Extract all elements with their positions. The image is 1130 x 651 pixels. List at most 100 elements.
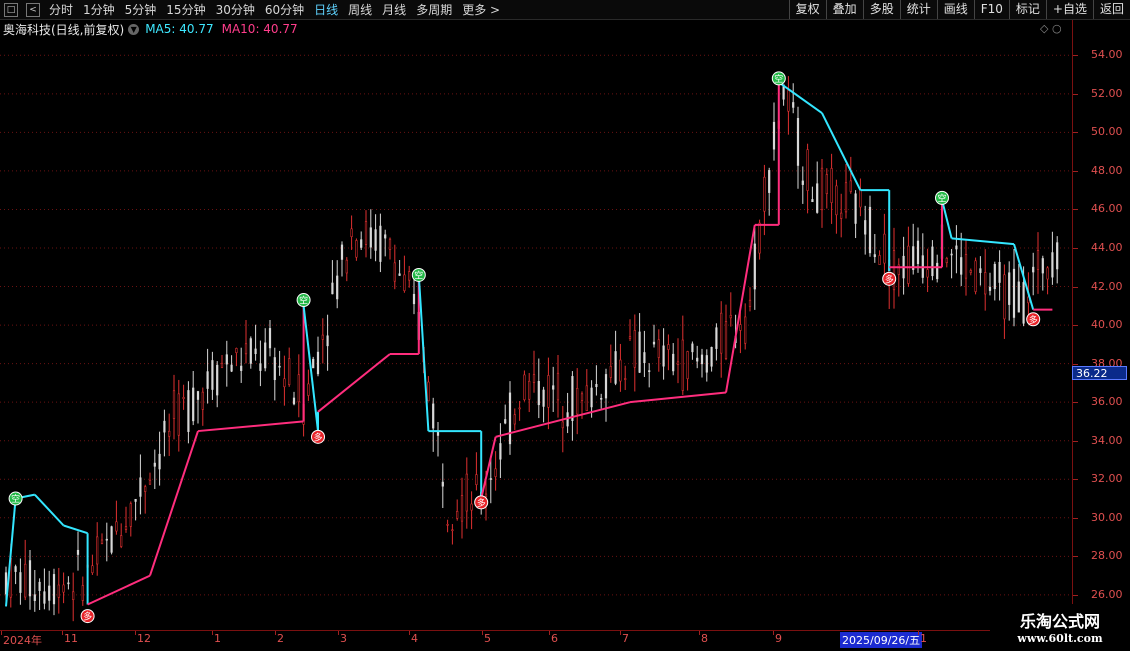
candle-body — [878, 255, 881, 265]
y-tick-label: 50.00 — [1091, 125, 1123, 139]
candle-body — [187, 390, 190, 432]
svg-text:多: 多 — [477, 497, 486, 509]
signal-line — [778, 81, 823, 114]
candle-body — [806, 149, 809, 191]
candle-body — [758, 222, 761, 254]
candle-body — [408, 271, 411, 281]
candle-body — [643, 352, 646, 364]
candle-body — [950, 253, 953, 256]
y-tick — [1073, 286, 1078, 288]
candle-body — [518, 407, 521, 410]
candle-body — [446, 524, 449, 526]
candle-body — [528, 380, 531, 400]
candlestick-chart[interactable]: 空多空多空多空多空多 — [0, 0, 1072, 630]
candle-body — [240, 365, 243, 371]
signal-line — [417, 274, 430, 432]
candle-body — [124, 526, 128, 530]
candle-body — [864, 220, 867, 235]
candle-body — [412, 293, 416, 305]
short-signal-marker: 空 — [296, 293, 311, 308]
candle-body — [91, 565, 94, 574]
candle-body — [854, 193, 857, 224]
candle-body — [1017, 281, 1020, 313]
candle-body — [129, 503, 132, 527]
candle-body — [192, 387, 195, 422]
candle-body — [955, 245, 958, 250]
x-tick-label: 9 — [775, 632, 782, 645]
candle-body — [547, 375, 550, 408]
candle-body — [811, 199, 814, 203]
candle-body — [672, 353, 675, 372]
x-tick-label: 11 — [64, 632, 78, 645]
y-tick-label: 26.00 — [1091, 587, 1123, 601]
candle-body — [432, 403, 435, 429]
candle-body — [931, 246, 934, 277]
signal-line — [197, 420, 304, 433]
candle-body — [705, 355, 708, 373]
x-tick — [212, 631, 213, 635]
y-tick — [1073, 247, 1078, 249]
candle-body — [206, 371, 209, 389]
x-tick-label: 1 — [214, 632, 221, 645]
candle-body — [993, 263, 996, 290]
y-tick — [1073, 479, 1078, 481]
candle-body — [624, 378, 627, 380]
candle-body — [772, 121, 776, 150]
candle-body — [619, 359, 622, 382]
candle-body — [1046, 267, 1049, 280]
x-tick-label: 2024年 — [3, 634, 42, 647]
candle-body — [28, 560, 32, 597]
candle-body — [513, 414, 516, 425]
candle-body — [936, 262, 939, 280]
date-axis: 2025/09/26/五 2024年 11 12 1 2 3 4 5 6 7 8 9 1 — [0, 630, 1072, 651]
y-tick-label: 40.00 — [1091, 318, 1123, 332]
signal-line — [480, 436, 497, 499]
candle-body — [52, 574, 56, 605]
candle-body — [268, 328, 272, 349]
y-tick-label: 34.00 — [1091, 433, 1123, 447]
x-tick — [482, 631, 483, 635]
x-tick-label: 2 — [277, 632, 284, 645]
candle-body — [667, 344, 670, 350]
signal-line — [34, 493, 65, 527]
svg-text:空: 空 — [937, 192, 946, 204]
candle-body — [1012, 268, 1016, 318]
candle-body — [859, 189, 862, 208]
candle-body — [48, 585, 51, 601]
candle-body — [249, 338, 252, 364]
short-signal-marker: 空 — [935, 190, 949, 205]
candle-body — [14, 566, 17, 572]
toolbar-button[interactable]: 返回 — [1092, 0, 1130, 19]
candle-body — [868, 206, 872, 254]
short-signal-marker: 空 — [771, 71, 786, 86]
candle-body — [600, 398, 603, 400]
candle-body — [76, 549, 80, 555]
candle-body — [571, 376, 574, 421]
candle-body — [801, 180, 804, 185]
candle-body — [988, 286, 992, 291]
signal-line — [302, 305, 319, 432]
candle-body — [614, 351, 617, 384]
candle-body — [969, 270, 972, 273]
x-tick — [620, 631, 621, 635]
candle-body — [657, 339, 660, 358]
candle-body — [403, 274, 406, 291]
candle-body — [259, 363, 262, 371]
candle-body — [883, 233, 886, 264]
candle-body — [542, 389, 545, 407]
candle-body — [662, 345, 665, 367]
candle-body — [345, 259, 348, 274]
candle-body — [580, 393, 584, 401]
candle-body — [768, 170, 771, 193]
candle-body — [158, 453, 161, 470]
candle-body — [1036, 250, 1040, 270]
candle-body — [763, 176, 766, 212]
y-tick-label: 32.00 — [1091, 472, 1123, 486]
candle-body — [388, 238, 392, 250]
x-tick — [338, 631, 339, 635]
candle-body — [139, 477, 142, 497]
candle-body — [964, 254, 968, 279]
candle-body — [835, 185, 838, 216]
candle-body — [744, 316, 747, 344]
y-tick — [1073, 556, 1078, 558]
